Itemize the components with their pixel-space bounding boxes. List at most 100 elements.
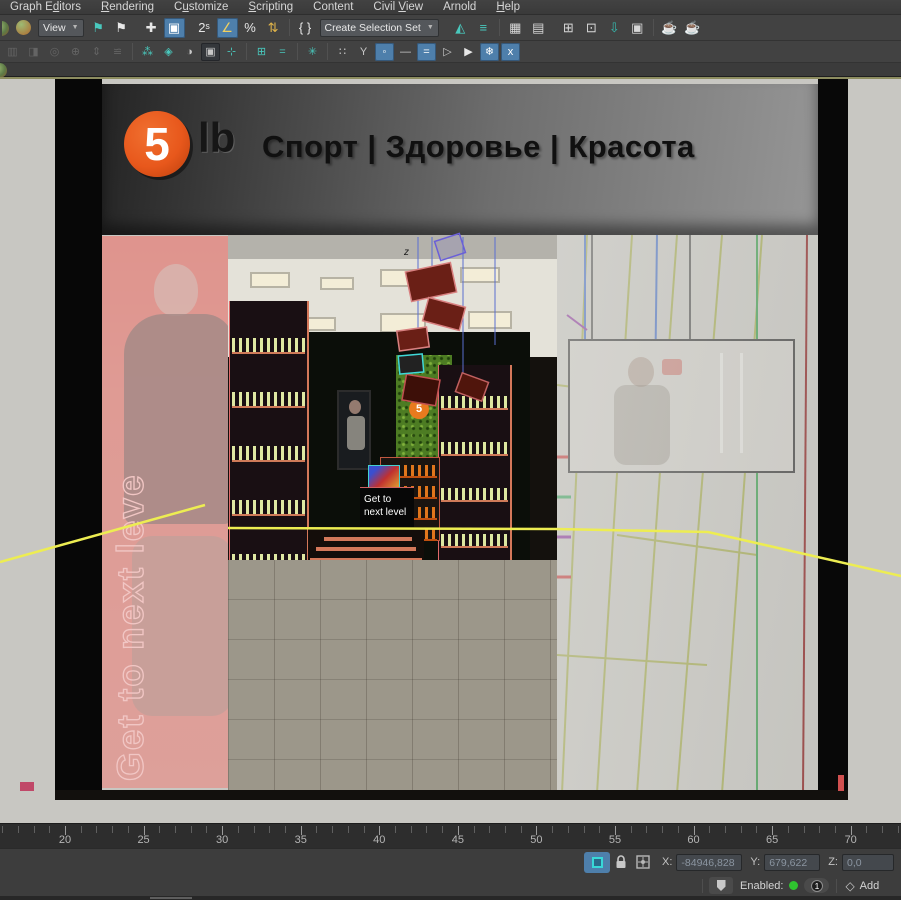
floor-marker-left xyxy=(20,782,34,791)
clipped-tool-icon[interactable] xyxy=(2,18,12,38)
snap-axis-constraint-icon[interactable]: x xyxy=(501,43,520,61)
inactive-tool-2-icon[interactable]: ◨ xyxy=(24,43,43,61)
isolate-selection-button[interactable] xyxy=(584,852,610,873)
scene-security-icon[interactable] xyxy=(709,877,733,894)
grid-align-icon[interactable]: ⊞ xyxy=(252,43,271,61)
sign-title: Спорт | Здоровье | Красота xyxy=(262,129,901,165)
align-icon[interactable]: ≡ xyxy=(473,18,494,38)
render-setup-icon[interactable]: ▣ xyxy=(627,18,648,38)
coord-value-input[interactable]: -84946,828 xyxy=(676,854,742,871)
timeline-tick xyxy=(552,826,553,833)
marquee-select-icon[interactable]: ▣ xyxy=(201,43,220,61)
edit-selection-sets-icon[interactable]: { } xyxy=(295,18,316,38)
coord-value-input[interactable]: 0,0 xyxy=(842,854,894,871)
selection-set-dropdown[interactable]: Create Selection Set▼ xyxy=(320,19,439,37)
material-editor-icon[interactable]: ⇩ xyxy=(604,18,625,38)
reference-coordinate-dropdown[interactable]: View▼ xyxy=(38,19,84,37)
coord-field-y: Y:679,622 xyxy=(750,854,820,871)
coord-value-input[interactable]: 679,622 xyxy=(764,854,820,871)
max-window: Graph EditorsRenderingCustomizeScripting… xyxy=(0,0,901,900)
selection-lock-icon[interactable] xyxy=(610,852,632,872)
snap-grid-points-icon[interactable]: ∷ xyxy=(333,43,352,61)
storefront-sign[interactable]: 5 lb Спорт | Здоровье | Красота xyxy=(102,84,818,235)
coord-field-x: X:-84946,828 xyxy=(662,854,742,871)
snap-midpoint-icon[interactable]: = xyxy=(417,43,436,61)
timeline-tick xyxy=(741,826,742,833)
menu-item-civil-view[interactable]: Civil View xyxy=(363,0,433,15)
shelf-products xyxy=(232,500,305,514)
timeline-tick xyxy=(898,826,899,833)
storefront-left-column[interactable] xyxy=(55,79,102,793)
menu-item-content[interactable]: Content xyxy=(303,0,363,15)
snap-normal-icon[interactable]: ▶ xyxy=(459,43,478,61)
security-count-badge[interactable]: 1 xyxy=(804,878,829,893)
snaps-toggle-icon[interactable]: 2ˢ xyxy=(194,18,215,38)
timeline-ruler[interactable]: 2025303540455055606570 xyxy=(0,823,901,848)
select-and-manipulate-icon[interactable]: ✚ xyxy=(141,18,162,38)
storefront-right-column[interactable] xyxy=(818,79,848,793)
timeline-frame-label: 25 xyxy=(137,834,149,846)
right-glass-wall[interactable] xyxy=(557,235,818,793)
percent-snap-icon[interactable]: % xyxy=(240,18,261,38)
mini-toolbar xyxy=(0,63,901,77)
promo-poster[interactable]: Get to next leve xyxy=(102,236,228,788)
inactive-tool-5-icon[interactable]: ⇕ xyxy=(87,43,106,61)
bottom-scroll-strip[interactable] xyxy=(0,896,901,900)
scroll-thumb[interactable] xyxy=(150,897,192,899)
timeline-frame-label: 70 xyxy=(845,834,857,846)
inactive-tool-6-icon[interactable]: ≌ xyxy=(108,43,127,61)
timeline-tick xyxy=(332,826,333,833)
menu-item-help[interactable]: Help xyxy=(486,0,530,15)
render-production-icon[interactable]: ☕ xyxy=(659,18,680,38)
menu-item-arnold[interactable]: Arnold xyxy=(433,0,486,15)
add-time-tag[interactable]: Add xyxy=(860,880,880,892)
inactive-tool-4-icon[interactable]: ⊕ xyxy=(66,43,85,61)
shelf-products xyxy=(441,442,508,454)
inactive-tool-3-icon[interactable]: ◎ xyxy=(45,43,64,61)
floor-marker-right xyxy=(838,775,844,791)
counter-screen[interactable] xyxy=(368,465,400,489)
use-selection-center-icon[interactable]: ⚑ xyxy=(111,18,132,38)
layer-explorer-icon[interactable]: ▦ xyxy=(505,18,526,38)
scatter-objects-icon[interactable]: ⁂ xyxy=(138,43,157,61)
radial-array-icon[interactable]: ✳ xyxy=(303,43,322,61)
keyboard-override-icon[interactable]: ▣ xyxy=(164,18,185,38)
snap-edge-icon[interactable]: — xyxy=(396,43,415,61)
shelf-products xyxy=(232,446,305,460)
twin-capsule-icon[interactable]: = xyxy=(273,43,292,61)
scene-explorer-icon[interactable]: ▤ xyxy=(528,18,549,38)
use-pivot-center-icon[interactable]: ⚑ xyxy=(88,18,109,38)
snap-face-icon[interactable]: ▷ xyxy=(438,43,457,61)
curve-editor-icon[interactable]: ⊞ xyxy=(558,18,579,38)
menu-bar: Graph EditorsRenderingCustomizeScripting… xyxy=(0,0,901,15)
menu-item-rendering[interactable]: Rendering xyxy=(91,0,164,15)
snap-frozen-icon[interactable]: ❄ xyxy=(480,43,499,61)
render-iterative-icon[interactable]: ☕ xyxy=(682,18,703,38)
menu-item-customize[interactable]: Customize xyxy=(164,0,238,15)
z-axis-label: z xyxy=(404,247,409,258)
back-wall-tv[interactable] xyxy=(337,390,371,470)
angle-snap-icon[interactable]: ∠ xyxy=(217,18,238,38)
spinner-snap-icon[interactable]: ⇅ xyxy=(263,18,284,38)
menu-item-scripting[interactable]: Scripting xyxy=(238,0,303,15)
ceiling-light xyxy=(468,311,512,329)
paint-placement-icon[interactable]: ◑ xyxy=(180,43,199,61)
shelf-products xyxy=(232,392,305,406)
timeline-frame-label: 20 xyxy=(59,834,71,846)
timeline-tick xyxy=(866,826,867,833)
timeline-tick xyxy=(756,826,757,833)
viewport[interactable]: 5 lb Спорт | Здоровье | Красота Get to n… xyxy=(0,77,901,823)
snap-pivot-icon[interactable]: Y xyxy=(354,43,373,61)
timeline-tick xyxy=(238,826,239,833)
menu-item-graph-editors[interactable]: Graph Editors xyxy=(0,0,91,15)
store-floor xyxy=(228,560,558,793)
array-tool-icon[interactable]: ⊹ xyxy=(222,43,241,61)
timeline-tick xyxy=(882,826,883,833)
inactive-tool-1-icon[interactable]: ▥ xyxy=(3,43,22,61)
snap-vertex-icon[interactable]: ◦ xyxy=(375,43,394,61)
schematic-view-icon[interactable]: ⊡ xyxy=(581,18,602,38)
select-and-place-icon[interactable] xyxy=(16,20,31,35)
mirror-icon[interactable]: ◭ xyxy=(450,18,471,38)
transform-typein-icon[interactable] xyxy=(632,852,654,872)
placement-gizmo-icon[interactable]: ◈ xyxy=(159,43,178,61)
